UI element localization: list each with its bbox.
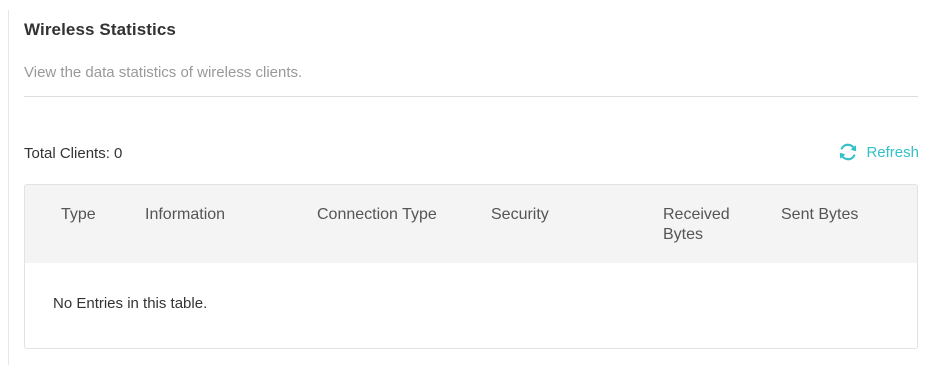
header-divider — [24, 96, 918, 97]
wireless-statistics-page: Wireless Statistics View the data statis… — [0, 0, 927, 365]
column-header-received-bytes[interactable]: Received Bytes — [663, 205, 763, 245]
refresh-button[interactable]: Refresh — [837, 141, 919, 163]
page-subtitle: View the data statistics of wireless cli… — [24, 64, 303, 81]
empty-table-message: No Entries in this table. — [53, 295, 208, 312]
left-border — [8, 10, 9, 365]
column-header-information[interactable]: Information — [145, 205, 225, 225]
table-header: Type Information Connection Type Securit… — [25, 185, 917, 263]
column-header-type[interactable]: Type — [61, 205, 96, 225]
refresh-icon — [840, 143, 857, 161]
page-title: Wireless Statistics — [24, 20, 176, 39]
column-header-security[interactable]: Security — [491, 205, 549, 225]
clients-table: Type Information Connection Type Securit… — [24, 184, 918, 349]
column-header-sent-bytes[interactable]: Sent Bytes — [781, 205, 858, 225]
total-clients-label: Total Clients: 0 — [24, 145, 123, 162]
refresh-label: Refresh — [866, 143, 919, 161]
column-header-connection-type[interactable]: Connection Type — [317, 205, 437, 225]
